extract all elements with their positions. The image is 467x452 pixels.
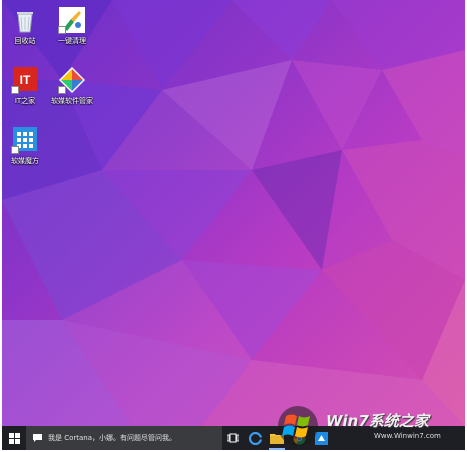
ruanmei-cube-icon	[11, 126, 39, 154]
shortcut-arrow-icon	[11, 86, 19, 94]
software-manager-icon	[58, 66, 86, 94]
desktop-icon-label: 一键清理	[58, 37, 86, 45]
cortana-search-box[interactable]: 我是 Cortana，小娜。有问题尽管问我。	[26, 426, 222, 450]
cortana-search-placeholder: 我是 Cortana，小娜。有问题尽管问我。	[48, 434, 177, 442]
desktop-icon-label: 软媒软件管家	[51, 97, 93, 105]
site-watermark: Win7系统之家 Www.Winwin7.com	[270, 400, 467, 452]
desktop-icon-software-manager[interactable]: 软媒软件管家	[43, 64, 101, 116]
recycle-bin-icon	[11, 6, 39, 34]
shortcut-arrow-icon	[58, 26, 66, 34]
svg-text:IT: IT	[20, 73, 31, 87]
screen: 回收站 一键清理 IT IT之家 软媒软件管家 软媒魔方 我是 Cortana，…	[0, 0, 467, 452]
task-view-button[interactable]	[222, 426, 244, 450]
start-button[interactable]	[2, 426, 26, 450]
desktop-icon-cleanup[interactable]: 一键清理	[43, 4, 101, 56]
desktop[interactable]: 回收站 一键清理 IT IT之家 软媒软件管家 软媒魔方	[2, 0, 465, 426]
windows-flag-logo-icon	[278, 406, 318, 446]
watermark-url: Www.Winwin7.com	[374, 432, 441, 440]
shortcut-arrow-icon	[58, 86, 66, 94]
taskbar-edge-button[interactable]	[244, 426, 266, 450]
cortana-speech-icon	[33, 434, 42, 442]
broom-cleanup-icon	[58, 6, 86, 34]
desktop-icon-label: IT之家	[14, 97, 36, 105]
task-view-icon	[227, 433, 239, 443]
windows-logo-icon	[8, 432, 20, 444]
desktop-icon-label: 软媒魔方	[11, 157, 39, 165]
desktop-icon-label: 回收站	[14, 37, 36, 45]
ithome-logo-icon: IT	[11, 66, 39, 94]
watermark-title: Win7系统之家	[326, 412, 429, 430]
desktop-icon-ruanmei-cube[interactable]: 软媒魔方	[2, 124, 54, 176]
shortcut-arrow-icon	[11, 146, 19, 154]
edge-icon	[248, 431, 262, 445]
